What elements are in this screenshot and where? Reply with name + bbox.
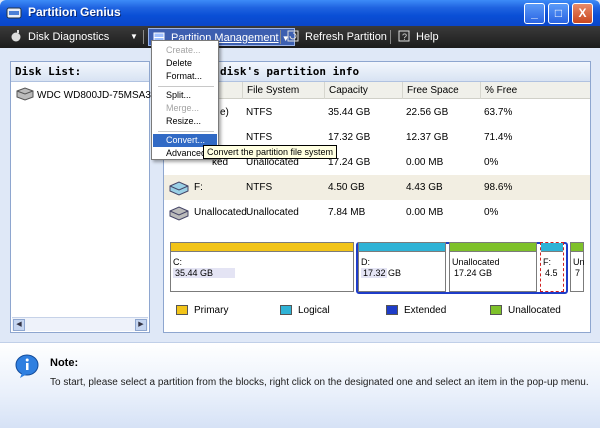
window-title: Partition Genius <box>28 5 121 19</box>
partition-block[interactable]: Unallocated 17.24 GB <box>449 242 537 292</box>
title-bar: Partition Genius _ □ X <box>0 0 600 26</box>
partition-block-selected[interactable]: F: 4.5 <box>540 242 564 292</box>
capacity: 4.50 GB <box>328 182 365 193</box>
scroll-right-icon[interactable]: ▶ <box>135 319 147 331</box>
menu-separator <box>158 131 214 132</box>
partition-name: Unallocated <box>194 207 247 218</box>
block-label: C: <box>173 257 182 267</box>
menu-item-merge[interactable]: Merge... <box>153 102 217 115</box>
column-header[interactable]: File System <box>242 82 299 99</box>
close-button[interactable]: X <box>572 3 593 24</box>
toolbar-arrow-icon: ▼ <box>130 32 138 41</box>
column-header[interactable]: Free Space <box>402 82 459 99</box>
partition-blocks: C: 35.44 GB D: 17.32 GB Unallocated 17.2… <box>170 242 585 294</box>
table-row-selected[interactable]: F: NTFS 4.50 GB 4.43 GB 98.6% <box>164 175 590 200</box>
horizontal-scrollbar[interactable]: ◀ ▶ <box>12 317 148 331</box>
legend-swatch <box>280 305 292 315</box>
maximize-button[interactable]: □ <box>548 3 569 24</box>
partition-disk-icon <box>169 206 189 221</box>
toolbar-separator <box>143 30 144 44</box>
toolbar-disk-diagnostics[interactable]: Disk Diagnostics <box>10 28 109 46</box>
block-label: F: <box>543 257 551 267</box>
menu-separator <box>158 86 214 87</box>
svg-text:?: ? <box>402 32 407 42</box>
note-title: Note: <box>50 357 79 369</box>
free-space: 22.56 GB <box>406 107 449 118</box>
toolbar: Disk Diagnostics ▼ Partition Management … <box>0 26 600 48</box>
free-space: 4.43 GB <box>406 182 443 193</box>
file-system: Unallocated <box>246 207 299 218</box>
column-header[interactable]: Capacity <box>324 82 368 99</box>
block-size: 35.44 GB <box>173 268 235 278</box>
legend-label: Extended <box>404 305 447 316</box>
block-label: D: <box>361 257 370 267</box>
partition-block[interactable]: D: 17.32 GB <box>358 242 446 292</box>
toolbar-separator <box>390 30 391 44</box>
info-icon <box>15 354 39 378</box>
file-system: NTFS <box>246 182 273 193</box>
percent-free: 63.7% <box>484 107 513 118</box>
partition-disk-icon <box>169 181 189 196</box>
toolbar-label: Refresh Partition <box>305 31 387 43</box>
menu-item-create[interactable]: Create... <box>153 44 217 57</box>
percent-free: 98.6% <box>484 182 513 193</box>
menu-item-split[interactable]: Split... <box>153 89 217 102</box>
table-row[interactable]: e) NTFS 35.44 GB 22.56 GB 63.7% <box>164 100 590 125</box>
file-system: NTFS <box>246 107 273 118</box>
legend-label: Unallocated <box>508 305 561 316</box>
block-size: 17.32 GB <box>361 268 402 278</box>
legend-swatch <box>490 305 502 315</box>
toolbar-help[interactable]: ? Help <box>398 28 439 46</box>
block-label: Unallocated <box>452 257 500 267</box>
toolbar-refresh-partition[interactable]: Refresh Partition <box>287 28 387 46</box>
legend-swatch <box>176 305 188 315</box>
legend: Primary Logical Extended Unallocated <box>164 302 590 322</box>
disk-name: WDC WD800JD-75MSA3 <box>37 90 151 101</box>
percent-free: 71.4% <box>484 132 513 143</box>
refresh-icon <box>287 30 299 42</box>
legend-label: Primary <box>194 305 229 316</box>
block-size: 17.24 GB <box>452 268 495 278</box>
column-header[interactable]: % Free <box>480 82 590 99</box>
partition-info-title: disk's partition info <box>164 62 590 82</box>
percent-free: 0% <box>484 157 499 168</box>
toolbar-label: Help <box>416 31 439 43</box>
partition-name: F: <box>194 182 203 193</box>
block-size: 4.5 <box>543 268 560 278</box>
percent-free: 0% <box>484 207 499 218</box>
legend-label: Logical <box>298 305 330 316</box>
block-label: Un <box>573 257 585 267</box>
disk-item[interactable]: WDC WD800JD-75MSA3 <box>15 86 151 106</box>
menu-item-delete[interactable]: Delete <box>153 57 217 70</box>
partition-management-menu: Create... Delete Format... Split... Merg… <box>151 40 219 160</box>
free-space: 0.00 MB <box>406 157 444 168</box>
partition-info-panel: disk's partition info File System Capaci… <box>163 61 591 333</box>
partition-table-header: File System Capacity Free Space % Free <box>164 82 590 99</box>
app-icon <box>6 7 22 19</box>
menu-item-resize[interactable]: Resize... <box>153 115 217 128</box>
capacity: 7.84 MB <box>328 207 366 218</box>
block-size: 7 <box>573 268 583 278</box>
toolbar-separator <box>280 30 281 44</box>
capacity: 35.44 GB <box>328 107 371 118</box>
hard-disk-icon <box>16 87 34 101</box>
toolbar-label: Disk Diagnostics <box>28 31 110 43</box>
free-space: 12.37 GB <box>406 132 449 143</box>
minimize-button[interactable]: _ <box>524 3 545 24</box>
note-area: Note: To start, please select a partitio… <box>0 342 600 428</box>
partition-block[interactable]: C: 35.44 GB <box>170 242 354 292</box>
help-icon: ? <box>398 30 410 42</box>
disk-list-title: Disk List: <box>11 62 149 82</box>
convert-tooltip: Convert the partition file system <box>203 145 338 159</box>
legend-swatch <box>386 305 398 315</box>
partition-block[interactable]: Un 7 <box>570 242 585 292</box>
table-row[interactable]: Unallocated Unallocated 7.84 MB 0.00 MB … <box>164 200 590 225</box>
menu-item-format[interactable]: Format... <box>153 70 217 83</box>
disk-list-panel: Disk List: WDC WD800JD-75MSA3 ◀ ▶ <box>10 61 151 333</box>
free-space: 0.00 MB <box>406 207 444 218</box>
scroll-left-icon[interactable]: ◀ <box>13 319 25 331</box>
note-text: To start, please select a partition from… <box>50 377 589 388</box>
bomb-icon <box>11 30 21 42</box>
